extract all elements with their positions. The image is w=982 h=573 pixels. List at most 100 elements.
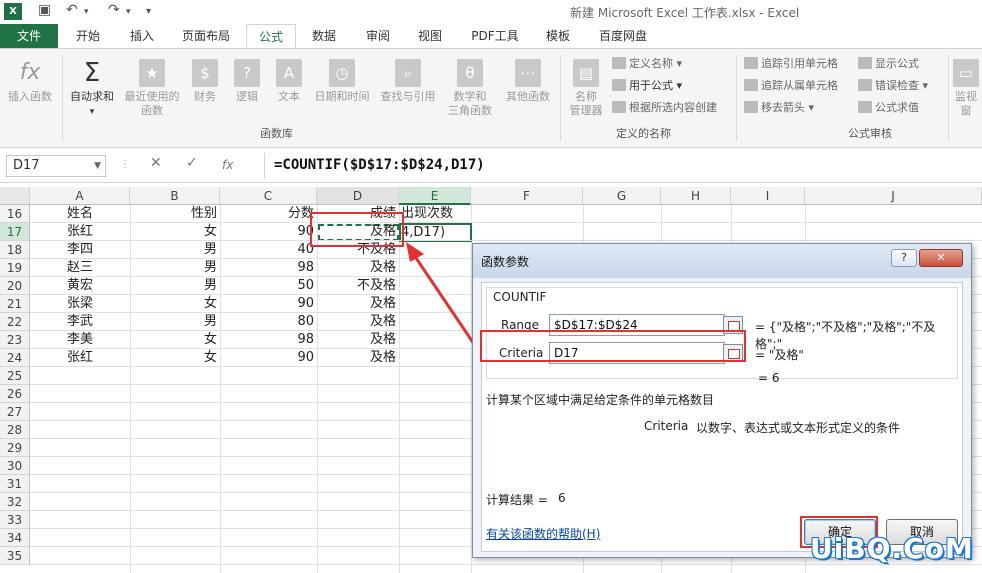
column-header-h[interactable]: H <box>661 187 731 205</box>
row-header-27[interactable]: 27 <box>0 403 30 421</box>
watch-window-button[interactable]: ▭ 监视窗 <box>950 59 982 118</box>
row-header-34[interactable]: 34 <box>0 529 30 547</box>
recently-used-button[interactable]: ★ 最近使用的 函数 <box>120 59 184 118</box>
row-header-28[interactable]: 28 <box>0 421 30 439</box>
cell-a24[interactable]: 张红 <box>30 349 130 367</box>
column-header-j[interactable]: J <box>805 187 982 205</box>
cell-d23[interactable]: 及格 <box>317 331 399 349</box>
trace-dependents-button[interactable]: 追踪从属单元格 <box>744 77 838 95</box>
cell-b16[interactable]: 性别 <box>130 205 220 223</box>
column-header-d[interactable]: D <box>317 187 399 205</box>
cell-b18[interactable]: 男 <box>130 241 220 259</box>
tab-baidu-netdisk[interactable]: 百度网盘 <box>590 24 656 48</box>
cell-c20[interactable]: 50 <box>220 277 317 295</box>
error-checking-button[interactable]: 错误检查 ▾ <box>858 77 928 95</box>
row-header-19[interactable]: 19 <box>0 259 30 277</box>
cancel-icon[interactable]: ✕ <box>150 155 162 171</box>
cell-d24[interactable]: 及格 <box>317 349 399 367</box>
close-button[interactable]: ✕ <box>919 249 963 267</box>
tab-page-layout[interactable]: 页面布局 <box>174 24 238 48</box>
undo-dropdown-icon[interactable]: ▾ <box>84 7 89 17</box>
row-header-23[interactable]: 23 <box>0 331 30 349</box>
row-header-20[interactable]: 20 <box>0 277 30 295</box>
financial-button[interactable]: $ 财务 <box>188 59 222 104</box>
formula-input[interactable]: =COUNTIF($D$17:$D$24,D17) <box>274 157 485 173</box>
help-link[interactable]: 有关该函数的帮助(H) <box>486 525 600 542</box>
autosum-button[interactable]: Σ 自动求和 ▾ <box>66 59 118 119</box>
cell-a22[interactable]: 李武 <box>30 313 130 331</box>
insert-function-button[interactable]: fx 插入函数 <box>4 59 56 104</box>
cell-a19[interactable]: 赵三 <box>30 259 130 277</box>
tab-home[interactable]: 开始 <box>66 24 110 48</box>
tab-pdf-tools[interactable]: PDF工具 <box>462 24 528 48</box>
cell-a21[interactable]: 张梁 <box>30 295 130 313</box>
column-header-e[interactable]: E <box>399 187 471 205</box>
enter-icon[interactable]: ✓ <box>186 155 198 171</box>
row-header-26[interactable]: 26 <box>0 385 30 403</box>
customize-toolbar-icon[interactable]: ▾ <box>146 6 151 17</box>
cell-a23[interactable]: 李美 <box>30 331 130 349</box>
column-header-i[interactable]: I <box>731 187 805 205</box>
cell-c17[interactable]: 90 <box>220 223 317 241</box>
cell-b24[interactable]: 女 <box>130 349 220 367</box>
lookup-button[interactable]: ⌕ 查找与引用 <box>376 59 440 104</box>
cell-d21[interactable]: 及格 <box>317 295 399 313</box>
cell-c19[interactable]: 98 <box>220 259 317 277</box>
logical-button[interactable]: ? 逻辑 <box>230 59 264 104</box>
tab-data[interactable]: 数据 <box>302 24 346 48</box>
row-header-29[interactable]: 29 <box>0 439 30 457</box>
datetime-button[interactable]: ◷ 日期和时间 <box>310 59 374 104</box>
cell-a17[interactable]: 张红 <box>30 223 130 241</box>
row-header-25[interactable]: 25 <box>0 367 30 385</box>
evaluate-formula-button[interactable]: 公式求值 <box>858 99 919 117</box>
cell-c21[interactable]: 90 <box>220 295 317 313</box>
cell-b20[interactable]: 男 <box>130 277 220 295</box>
cell-b19[interactable]: 男 <box>130 259 220 277</box>
math-trig-button[interactable]: θ 数学和 三角函数 <box>442 59 498 118</box>
column-header-f[interactable]: F <box>471 187 583 205</box>
trace-precedents-button[interactable]: 追踪引用单元格 <box>744 55 838 73</box>
cell-c18[interactable]: 40 <box>220 241 317 259</box>
cell-a20[interactable]: 黄宏 <box>30 277 130 295</box>
show-formulas-button[interactable]: 显示公式 <box>858 55 919 73</box>
tab-templates[interactable]: 模板 <box>536 24 580 48</box>
name-box[interactable]: D17 ▼ <box>6 155 106 177</box>
row-header-22[interactable]: 22 <box>0 313 30 331</box>
create-from-selection-button[interactable]: 根据所选内容创建 <box>612 99 717 117</box>
column-header-c[interactable]: C <box>220 187 317 205</box>
text-button[interactable]: A 文本 <box>272 59 306 104</box>
row-header-32[interactable]: 32 <box>0 493 30 511</box>
tab-file[interactable]: 文件 <box>0 24 58 48</box>
use-in-formula-button[interactable]: 用于公式 ▾ <box>612 77 682 95</box>
define-name-button[interactable]: 定义名称 ▾ <box>612 55 682 73</box>
undo-icon[interactable]: ↶ <box>66 2 78 18</box>
cell-b17[interactable]: 女 <box>130 223 220 241</box>
dialog-title-bar[interactable]: 函数参数 ? ✕ <box>473 244 971 278</box>
cell-c23[interactable]: 98 <box>220 331 317 349</box>
redo-dropdown-icon[interactable]: ▾ <box>126 7 131 17</box>
save-icon[interactable]: ▣ <box>38 2 51 18</box>
row-header-24[interactable]: 24 <box>0 349 30 367</box>
insert-function-icon[interactable]: fx <box>222 158 233 172</box>
row-header-18[interactable]: 18 <box>0 241 30 259</box>
column-header-b[interactable]: B <box>130 187 220 205</box>
tab-insert[interactable]: 插入 <box>120 24 164 48</box>
cell-c22[interactable]: 80 <box>220 313 317 331</box>
row-header-35[interactable]: 35 <box>0 547 30 565</box>
cell-a18[interactable]: 李四 <box>30 241 130 259</box>
cell-c24[interactable]: 90 <box>220 349 317 367</box>
help-button[interactable]: ? <box>891 249 917 267</box>
column-header-a[interactable]: A <box>30 187 130 205</box>
cell-a16[interactable]: 姓名 <box>30 205 130 223</box>
cell-b21[interactable]: 女 <box>130 295 220 313</box>
cell-b23[interactable]: 女 <box>130 331 220 349</box>
chevron-down-icon[interactable]: ▼ <box>94 156 101 176</box>
select-all-corner[interactable] <box>0 187 30 205</box>
row-header-33[interactable]: 33 <box>0 511 30 529</box>
more-functions-button[interactable]: ⋯ 其他函数 <box>502 59 554 104</box>
cell-c16[interactable]: 分数 <box>220 205 317 223</box>
column-header-g[interactable]: G <box>583 187 661 205</box>
tab-review[interactable]: 审阅 <box>356 24 400 48</box>
name-manager-button[interactable]: ▤ 名称 管理器 <box>564 59 608 118</box>
row-header-30[interactable]: 30 <box>0 457 30 475</box>
